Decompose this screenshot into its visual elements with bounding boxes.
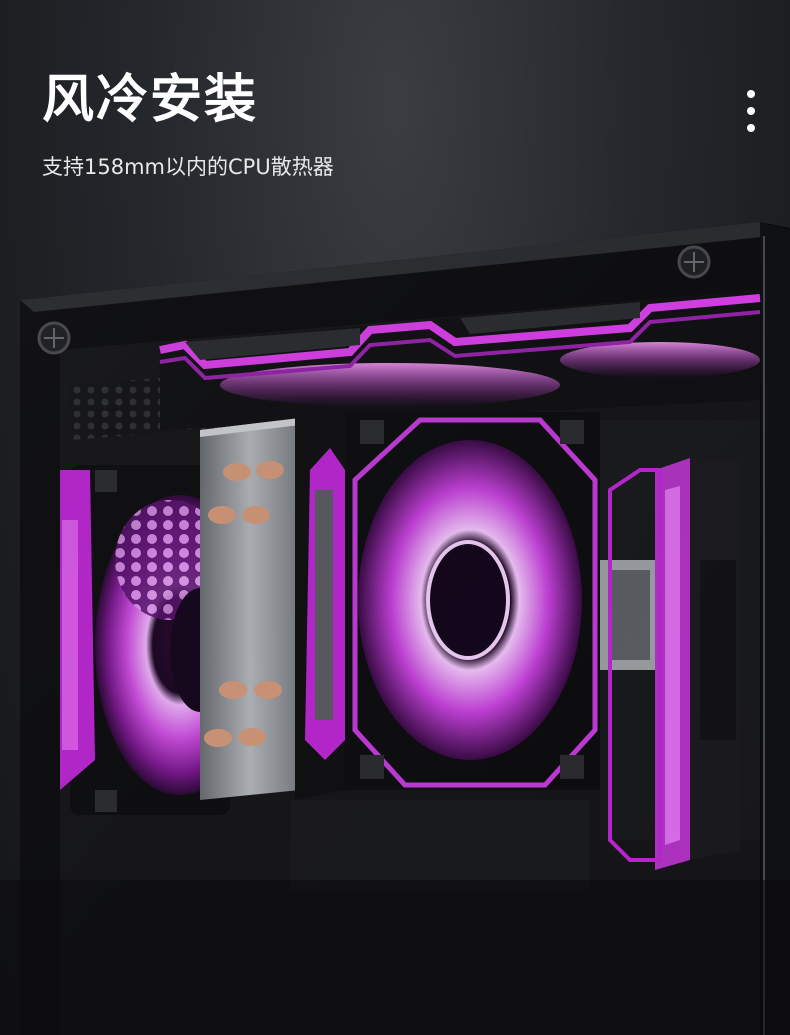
menu-dot-middle: [747, 107, 755, 115]
page-title: 风冷安装: [42, 70, 259, 130]
menu-dot-top: [747, 90, 755, 98]
more-vertical-icon[interactable]: [740, 88, 762, 136]
menu-dot-bottom: [747, 124, 755, 132]
page-subtitle: 支持158mm以内的CPU散热器: [42, 155, 334, 179]
product-showcase: 风冷安装 支持158mm以内的CPU散热器: [0, 0, 790, 1035]
